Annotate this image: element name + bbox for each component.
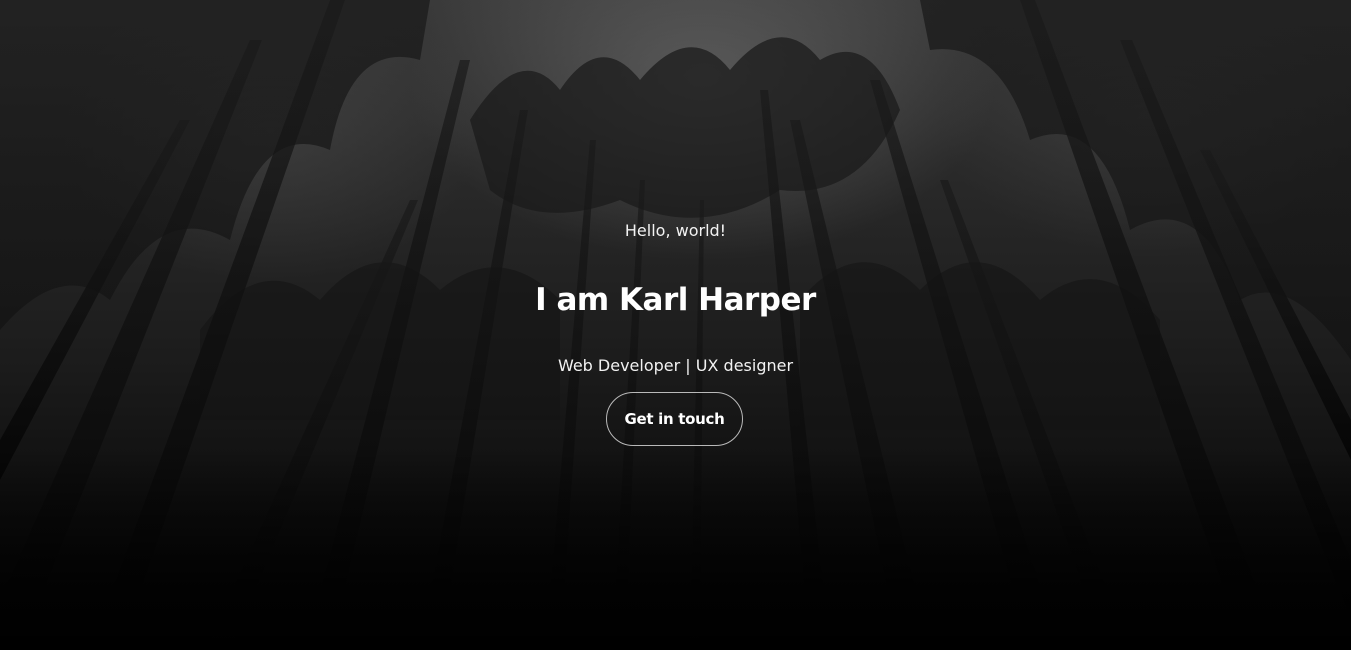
hero-content: Hello, world! I am Karl Harper Web Devel… [0,0,1351,650]
get-in-touch-button[interactable]: Get in touch [606,392,743,446]
hero-headline: I am Karl Harper [535,282,816,318]
hero-greeting: Hello, world! [624,221,727,240]
hero-roles: Web Developer | UX designer [557,356,794,375]
hero-section: Hello, world! I am Karl Harper Web Devel… [0,0,1351,650]
